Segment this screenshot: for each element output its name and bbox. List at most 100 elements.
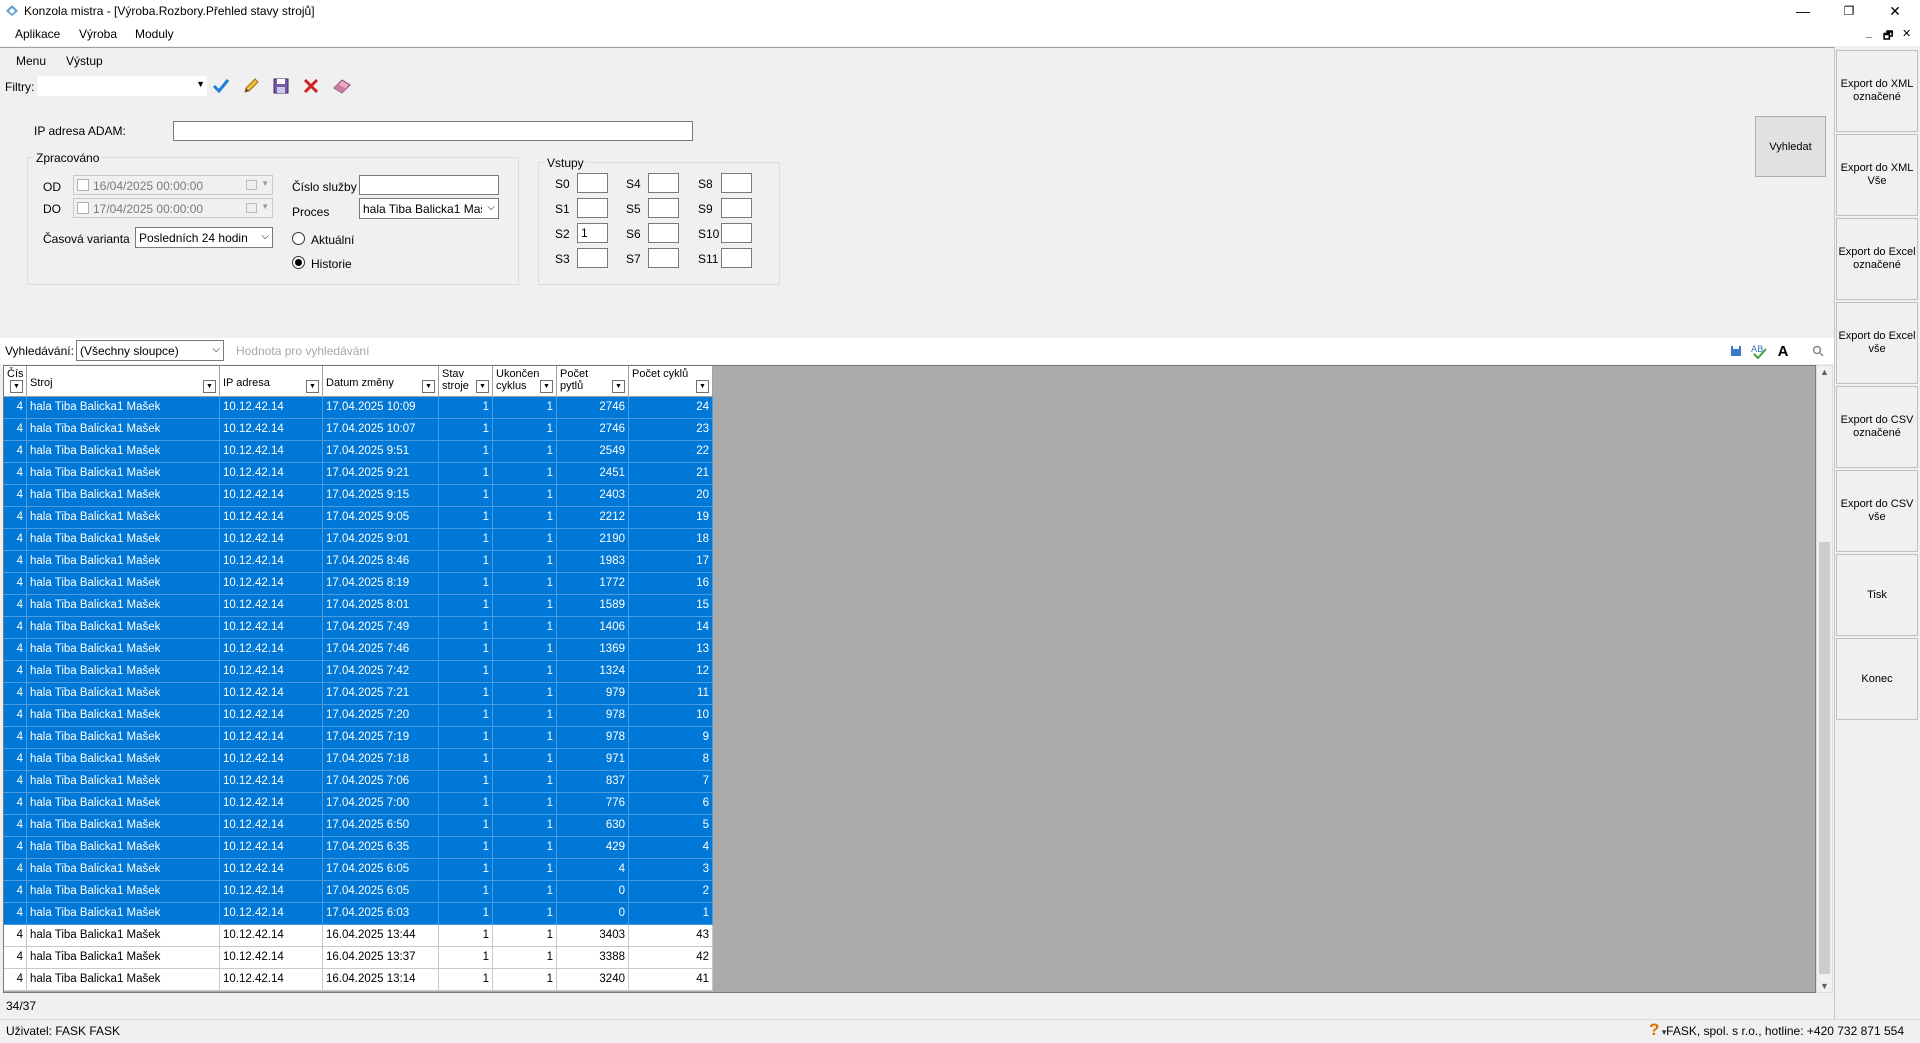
cell-cycle-ended[interactable]: 1 (493, 793, 557, 815)
cell-bag-count[interactable]: 630 (557, 815, 629, 837)
table-row[interactable]: 4 hala Tiba Balicka1 Mašek 10.12.42.14 17.0… (4, 463, 713, 485)
cell-change-date[interactable]: 17.04.2025 6:03 (323, 903, 439, 925)
inner-menu-menu[interactable]: Menu (16, 54, 46, 68)
cell-machine[interactable]: hala Tiba Balicka1 Mašek (27, 705, 220, 727)
menu-aplikace[interactable]: Aplikace (15, 27, 60, 41)
cell-change-date[interactable]: 16.04.2025 13:44 (323, 925, 439, 947)
cell-ip-address[interactable]: 10.12.42.14 (220, 441, 323, 463)
cell-machine-state[interactable]: 1 (439, 397, 493, 419)
menu-vyroba[interactable]: Výroba (79, 27, 117, 41)
maximize-button[interactable]: ❐ (1826, 0, 1872, 22)
table-row[interactable]: 4 hala Tiba Balicka1 Mašek 10.12.42.14 17.0… (4, 749, 713, 771)
cell-machine[interactable]: hala Tiba Balicka1 Mašek (27, 463, 220, 485)
cell-cycle-count[interactable]: 4 (629, 837, 713, 859)
cell-machine-state[interactable]: 1 (439, 859, 493, 881)
export-xml-all-button[interactable]: Export do XML Vše (1836, 134, 1918, 216)
cell-change-date[interactable]: 17.04.2025 9:21 (323, 463, 439, 485)
cell-cycle-count[interactable]: 41 (629, 969, 713, 991)
cell-cycle-count[interactable]: 9 (629, 727, 713, 749)
cell-machine-state[interactable]: 1 (439, 771, 493, 793)
cell-cycle-count[interactable]: 1 (629, 903, 713, 925)
cell-number[interactable]: 4 (4, 419, 27, 441)
cell-cycle-ended[interactable]: 1 (493, 463, 557, 485)
cell-machine[interactable]: hala Tiba Balicka1 Mašek (27, 683, 220, 705)
cell-number[interactable]: 4 (4, 573, 27, 595)
cell-cycle-ended[interactable]: 1 (493, 903, 557, 925)
input-field-s7[interactable] (648, 248, 679, 268)
cell-machine-state[interactable]: 1 (439, 463, 493, 485)
input-field-s2[interactable]: 1 (577, 223, 608, 243)
input-field-s5[interactable] (648, 198, 679, 218)
cell-bag-count[interactable]: 2190 (557, 529, 629, 551)
table-row[interactable]: 4 hala Tiba Balicka1 Mašek 10.12.42.14 17.0… (4, 397, 713, 419)
do-datepicker[interactable]: 17/04/2025 00:00:00 ▼ (73, 198, 273, 218)
cell-cycle-count[interactable]: 5 (629, 815, 713, 837)
cell-cycle-count[interactable]: 7 (629, 771, 713, 793)
cell-cycle-count[interactable]: 3 (629, 859, 713, 881)
cell-ip-address[interactable]: 10.12.42.14 (220, 925, 323, 947)
cell-machine-state[interactable]: 1 (439, 573, 493, 595)
od-checkbox[interactable] (77, 179, 89, 191)
cell-change-date[interactable]: 17.04.2025 6:05 (323, 881, 439, 903)
cell-cycle-ended[interactable]: 1 (493, 837, 557, 859)
cell-number[interactable]: 4 (4, 507, 27, 529)
cell-change-date[interactable]: 17.04.2025 9:15 (323, 485, 439, 507)
cell-bag-count[interactable]: 2746 (557, 397, 629, 419)
cell-ip-address[interactable]: 10.12.42.14 (220, 529, 323, 551)
cell-number[interactable]: 4 (4, 683, 27, 705)
cell-cycle-count[interactable]: 20 (629, 485, 713, 507)
cell-machine-state[interactable]: 1 (439, 617, 493, 639)
cell-cycle-count[interactable]: 10 (629, 705, 713, 727)
cell-machine[interactable]: hala Tiba Balicka1 Mašek (27, 617, 220, 639)
cell-change-date[interactable]: 17.04.2025 8:46 (323, 551, 439, 573)
cell-machine-state[interactable]: 1 (439, 727, 493, 749)
cell-change-date[interactable]: 17.04.2025 9:51 (323, 441, 439, 463)
filter-dropdown-icon[interactable]: ▼ (696, 380, 709, 393)
cell-change-date[interactable]: 17.04.2025 7:18 (323, 749, 439, 771)
cell-number[interactable]: 4 (4, 639, 27, 661)
cell-change-date[interactable]: 17.04.2025 7:19 (323, 727, 439, 749)
table-row[interactable]: 4 hala Tiba Balicka1 Mašek 10.12.42.14 17.0… (4, 903, 713, 925)
service-number-input[interactable] (359, 175, 499, 195)
table-row[interactable]: 4 hala Tiba Balicka1 Mašek 10.12.42.14 17.0… (4, 837, 713, 859)
cell-ip-address[interactable]: 10.12.42.14 (220, 947, 323, 969)
cell-bag-count[interactable]: 1369 (557, 639, 629, 661)
cell-cycle-count[interactable]: 23 (629, 419, 713, 441)
cell-machine[interactable]: hala Tiba Balicka1 Mašek (27, 529, 220, 551)
cell-bag-count[interactable]: 4 (557, 859, 629, 881)
cell-bag-count[interactable]: 2549 (557, 441, 629, 463)
cell-machine-state[interactable]: 1 (439, 793, 493, 815)
scroll-down-icon[interactable]: ▼ (1820, 981, 1829, 991)
cell-cycle-ended[interactable]: 1 (493, 661, 557, 683)
spellcheck-button[interactable]: AB (1751, 343, 1767, 359)
cell-machine-state[interactable]: 1 (439, 595, 493, 617)
table-row[interactable]: 4 hala Tiba Balicka1 Mašek 10.12.42.14 17.0… (4, 507, 713, 529)
cell-change-date[interactable]: 17.04.2025 6:05 (323, 859, 439, 881)
cell-bag-count[interactable]: 837 (557, 771, 629, 793)
cell-ip-address[interactable]: 10.12.42.14 (220, 397, 323, 419)
edit-filter-button[interactable] (240, 75, 262, 97)
inner-menu-vystup[interactable]: Výstup (66, 54, 103, 68)
cell-cycle-count[interactable]: 18 (629, 529, 713, 551)
cell-cycle-count[interactable]: 15 (629, 595, 713, 617)
input-field-s3[interactable] (577, 248, 608, 268)
cell-machine[interactable]: hala Tiba Balicka1 Mašek (27, 881, 220, 903)
cell-cycle-ended[interactable]: 1 (493, 529, 557, 551)
cell-number[interactable]: 4 (4, 925, 27, 947)
cell-cycle-ended[interactable]: 1 (493, 397, 557, 419)
cell-machine-state[interactable]: 1 (439, 639, 493, 661)
cell-bag-count[interactable]: 978 (557, 705, 629, 727)
cell-cycle-count[interactable]: 2 (629, 881, 713, 903)
cell-change-date[interactable]: 17.04.2025 7:46 (323, 639, 439, 661)
cell-machine-state[interactable]: 1 (439, 837, 493, 859)
cell-machine[interactable]: hala Tiba Balicka1 Mašek (27, 573, 220, 595)
cell-cycle-ended[interactable]: 1 (493, 551, 557, 573)
cell-number[interactable]: 4 (4, 881, 27, 903)
cell-ip-address[interactable]: 10.12.42.14 (220, 771, 323, 793)
cell-number[interactable]: 4 (4, 837, 27, 859)
cell-machine-state[interactable]: 1 (439, 947, 493, 969)
cell-bag-count[interactable]: 1983 (557, 551, 629, 573)
cell-machine-state[interactable]: 1 (439, 661, 493, 683)
cell-change-date[interactable]: 17.04.2025 10:07 (323, 419, 439, 441)
cell-machine-state[interactable]: 1 (439, 419, 493, 441)
